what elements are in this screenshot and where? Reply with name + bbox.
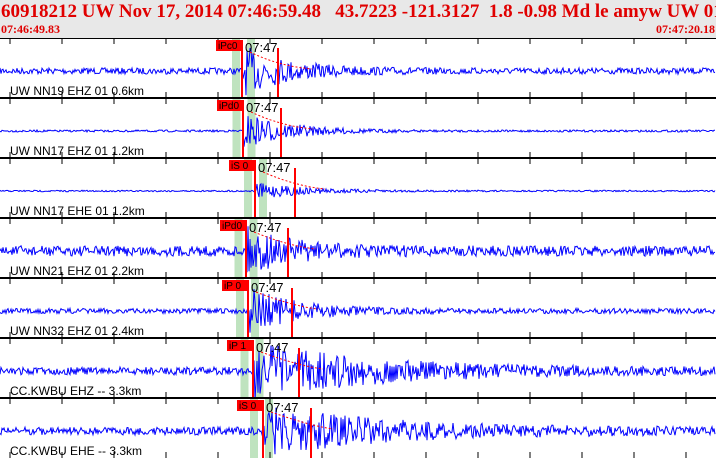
time-mark-label: 07:47 [258, 160, 291, 175]
pick-label: iS 0 [239, 401, 257, 412]
waveform-trace [0, 116, 715, 147]
time-mark-label: 07:47 [256, 340, 289, 355]
pick-label: iP 0 [224, 281, 241, 292]
start-time: 07:46:49.83 [1, 22, 60, 36]
header-bar: 60918212 UW Nov 17, 2014 07:46:59.48 43.… [0, 0, 716, 38]
time-mark-label: 07:47 [251, 280, 284, 295]
trace-label: UW NN17 EHE 01 1.2km [10, 204, 145, 218]
seismogram-panel[interactable]: iPc0 07:47 UW NN19 EHZ 01 0.6km iPd0 07:47 UW… [0, 38, 716, 458]
time-mark-label: 07:47 [246, 100, 279, 115]
time-mark-label: 07:47 [266, 400, 299, 415]
pick-label: iS 0 [231, 161, 249, 172]
trace-label: UW NN17 EHZ 01 1.2km [10, 144, 144, 158]
time-mark-label: 07:47 [249, 220, 282, 235]
pick-label: iP 1 [229, 341, 246, 352]
end-time: 07:47:20.18 [656, 22, 715, 36]
trace-label: UW NN32 EHZ 01 2.4km [10, 324, 144, 338]
trace-label: CC.KWBU EHZ -- 3.3km [10, 384, 141, 398]
pick-label: iPd0 [222, 221, 242, 232]
pick-label: iPd0 [219, 101, 239, 112]
event-title: 60918212 UW Nov 17, 2014 07:46:59.48 43.… [1, 1, 716, 22]
trace-label: UW NN19 EHZ 01 0.6km [10, 84, 144, 98]
trace-label: UW NN21 EHZ 01 2.2km [10, 264, 144, 278]
pick-label: iPc0 [218, 41, 238, 52]
waveform-trace [0, 182, 716, 198]
trace-label: CC.KWBU EHE -- 3.3km [10, 444, 142, 458]
time-mark-label: 07:47 [245, 40, 278, 55]
